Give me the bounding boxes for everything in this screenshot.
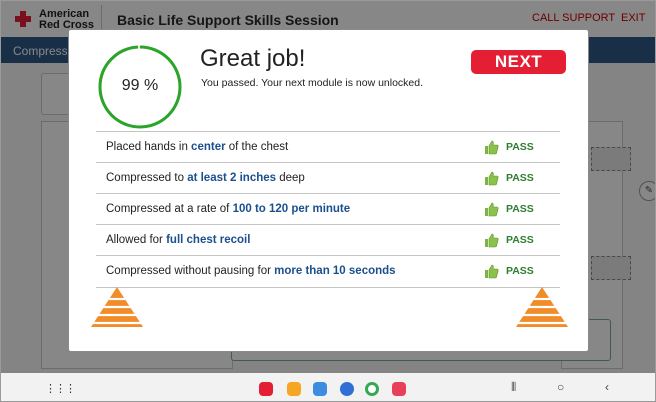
pass-status: PASS [506, 234, 534, 246]
result-criterion: Placed hands in center of the chest [106, 141, 288, 153]
thumbs-up-icon [485, 233, 499, 248]
criterion-highlight: full chest recoil [166, 234, 251, 246]
criterion-text: Compressed without pausing for [106, 265, 275, 277]
flipboard-app-icon[interactable] [259, 382, 273, 396]
result-row: Compressed to at least 2 inches deep PASS [96, 162, 560, 194]
criterion-text: deep [276, 172, 305, 184]
recent-apps-icon[interactable]: ⦀ [511, 380, 516, 395]
criterion-text: of the chest [225, 141, 289, 153]
result-title: Great job! [200, 45, 306, 72]
left-arrow-icon [91, 287, 143, 327]
criterion-highlight: at least 2 inches [187, 172, 277, 184]
thumbs-up-icon [485, 202, 499, 217]
thumbs-up-icon [485, 171, 499, 186]
criterion-highlight: more than 10 seconds [274, 265, 396, 277]
camera-app-icon[interactable] [392, 382, 406, 396]
criterion-text: Compressed to [106, 172, 188, 184]
result-row: Compressed without pausing for more than… [96, 255, 560, 288]
criterion-highlight: center [191, 141, 226, 153]
messages-app-icon[interactable] [340, 382, 354, 396]
pass-status: PASS [506, 265, 534, 277]
result-criterion: Compressed at a rate of 100 to 120 per m… [106, 203, 350, 215]
pass-status: PASS [506, 172, 534, 184]
criterion-text: Allowed for [106, 234, 167, 246]
back-icon[interactable]: ‹ [605, 380, 609, 394]
criterion-highlight: 100 to 120 per minute [232, 203, 351, 215]
pass-status: PASS [506, 203, 534, 215]
result-criterion: Compressed to at least 2 inches deep [106, 172, 305, 184]
app-window: American Red Cross Basic Life Support Sk… [0, 0, 656, 402]
thumbs-up-icon [485, 264, 499, 279]
result-row: Placed hands in center of the chest PASS [96, 131, 560, 163]
files-app-icon[interactable] [287, 382, 301, 396]
right-arrow-icon [516, 287, 568, 327]
result-subtitle: You passed. Your next module is now unlo… [201, 77, 424, 89]
next-button[interactable]: NEXT [471, 50, 566, 74]
result-row: Compressed at a rate of 100 to 120 per m… [96, 193, 560, 225]
result-criterion: Allowed for full chest recoil [106, 234, 250, 246]
thumbs-up-icon [485, 140, 499, 155]
home-icon[interactable]: ○ [557, 380, 564, 394]
criterion-text: Placed hands in [106, 141, 192, 153]
score-percent: 99 % [121, 77, 159, 94]
criterion-text: Compressed at a rate of [106, 203, 233, 215]
chrome-app-icon[interactable] [365, 382, 379, 396]
app-drawer-icon[interactable]: ⋮⋮⋮ [45, 382, 76, 395]
result-criterion: Compressed without pausing for more than… [106, 265, 396, 277]
pass-status: PASS [506, 141, 534, 153]
calendar-app-icon[interactable] [313, 382, 327, 396]
result-row: Allowed for full chest recoil PASS [96, 224, 560, 256]
